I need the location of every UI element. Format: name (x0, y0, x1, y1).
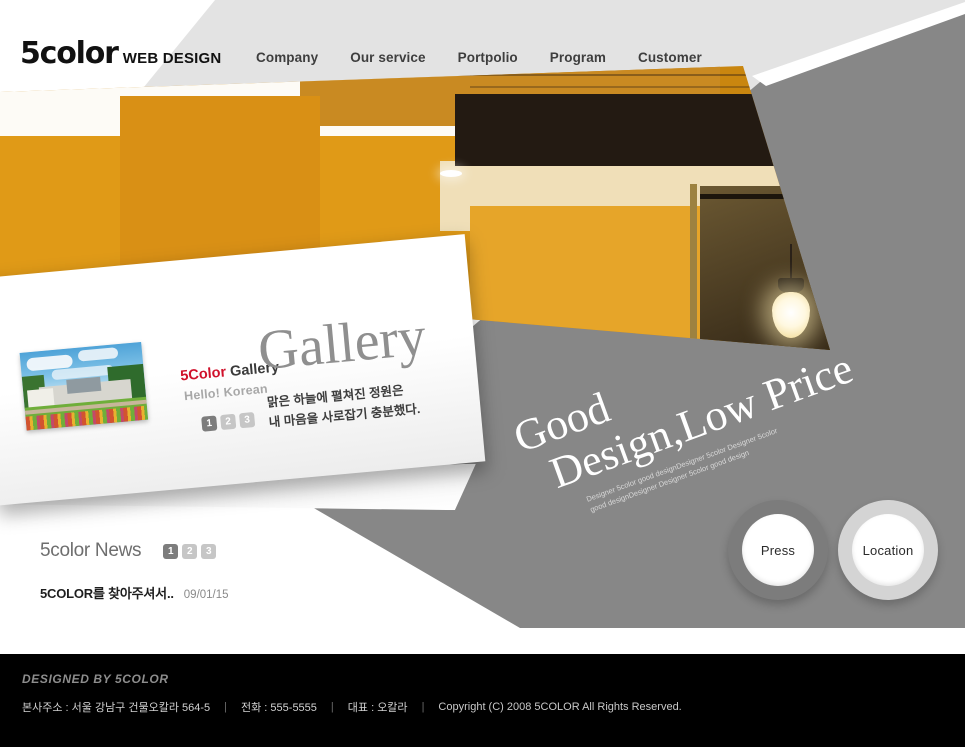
lamp-bulb-icon (772, 292, 810, 338)
site-logo[interactable]: 5color WEB DESIGN (20, 36, 221, 71)
footer-info: 본사주소 : 서울 강남구 건물오칼라 564-5 | 전화 : 555-555… (22, 699, 682, 715)
press-button[interactable]: Press (728, 500, 828, 600)
main-navigation: Company Our service Portpolio Program Cu… (256, 50, 702, 65)
nav-item-our-service[interactable]: Our service (350, 50, 425, 65)
footer: DESIGNED BY 5COLOR 본사주소 : 서울 강남구 건물오칼라 5… (0, 654, 965, 747)
footer-phone: 전화 : 555-5555 (241, 702, 317, 714)
lamp-cap-icon (778, 278, 804, 292)
nav-item-customer[interactable]: Customer (638, 50, 702, 65)
lamp-cord-icon (790, 244, 792, 278)
press-button-inner: Press (742, 514, 814, 586)
nav-item-company[interactable]: Company (256, 50, 318, 65)
press-button-label: Press (760, 542, 796, 558)
footer-separator-3: | (421, 701, 425, 713)
footer-brand: DESIGNED BY 5COLOR (22, 672, 169, 686)
gallery-card-content: 5Color Gallery Hello! Korean 1 2 3 Galle… (0, 234, 485, 506)
news-page-1[interactable]: 1 (163, 543, 179, 559)
news-page-3[interactable]: 3 (201, 543, 217, 559)
gallery-brand-red: 5Color (179, 364, 227, 385)
hero-downlight (440, 170, 462, 177)
gallery-card: 5Color Gallery Hello! Korean 1 2 3 Galle… (0, 234, 486, 506)
gallery-page-2[interactable]: 2 (220, 413, 237, 431)
news-title: 5color News (40, 540, 142, 561)
news-item-title[interactable]: 5COLOR를 찾아주셔서.. (40, 583, 174, 602)
news-item-date: 09/01/15 (183, 589, 229, 601)
footer-ceo: 대표 : 오칼라 (347, 702, 408, 714)
footer-separator-2: | (330, 701, 334, 713)
news-header: 5color News 1 2 3 (40, 540, 229, 562)
location-button-inner: Location (852, 514, 924, 586)
gallery-hello-text: Hello! Korean (183, 381, 269, 404)
footer-address: 본사주소 : 서울 강남구 건물오칼라 564-5 (22, 702, 211, 714)
gallery-pagination: 1 2 3 (201, 412, 256, 432)
page-root: 5color WEB DESIGN Company Our service Por… (0, 0, 965, 747)
gallery-description: 맑은 하늘에 펼쳐진 정원은 내 마음을 사로잡기 충분했다. (266, 379, 421, 433)
gallery-title: Gallery (255, 305, 429, 383)
footer-copyright: Copyright (C) 2008 5COLOR All Rights Res… (438, 701, 682, 713)
logo-sub-text: WEB DESIGN (122, 50, 222, 67)
gallery-page-3[interactable]: 3 (238, 412, 256, 429)
news-list-item[interactable]: 5COLOR를 찾아주셔서.. 09/01/15 (40, 583, 229, 602)
location-button[interactable]: Location (838, 500, 938, 600)
nav-item-program[interactable]: Program (550, 50, 606, 65)
logo-main-text: 5color (20, 36, 119, 71)
news-page-2[interactable]: 2 (182, 543, 198, 559)
gallery-thumbnail[interactable] (19, 341, 149, 431)
location-button-label: Location (862, 542, 914, 558)
gallery-page-1[interactable]: 1 (201, 415, 218, 432)
news-section: 5color News 1 2 3 5COLOR를 찾아주셔서.. 09/01/… (40, 540, 229, 602)
news-pagination: 1 2 3 (163, 543, 217, 559)
nav-item-portpolio[interactable]: Portpolio (458, 50, 518, 65)
footer-separator-1: | (224, 701, 228, 713)
